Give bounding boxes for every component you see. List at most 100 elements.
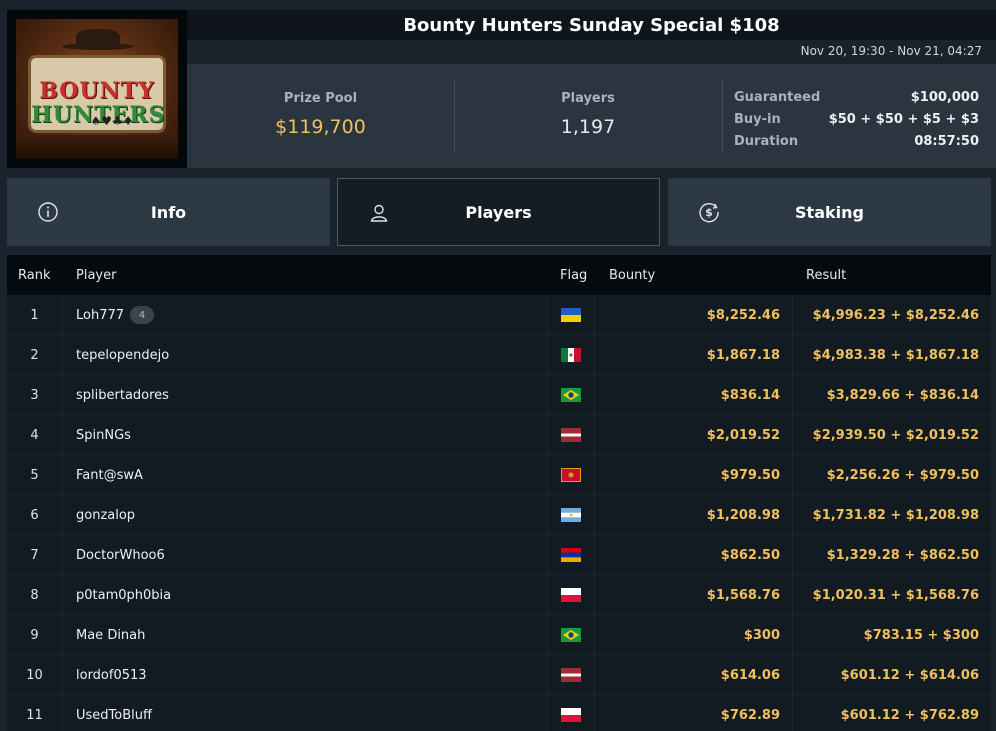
poland-flag-icon — [561, 588, 581, 602]
flag-cell — [548, 415, 595, 455]
player-cell: Fant@swA — [63, 455, 548, 495]
player-cell: Mae Dinah — [63, 615, 548, 655]
flag-cell — [548, 695, 595, 731]
table-row[interactable]: 6 gonzalop $1,208.98 $1,731.82 + $1,208.98 — [7, 495, 991, 535]
montenegro-flag-icon — [561, 468, 581, 482]
duration-value: 08:57:50 — [914, 133, 979, 149]
player-badge: 4 — [130, 306, 155, 324]
poland-flag-icon — [561, 708, 581, 722]
armenia-flag-icon — [561, 548, 581, 562]
player-cell: tepelopendejo — [63, 335, 548, 375]
bounty-cell: $1,867.18 — [595, 335, 793, 375]
buyin-value: $50 + $50 + $5 + $3 — [828, 111, 979, 127]
bounty-cell: $979.50 — [595, 455, 793, 495]
table-row[interactable]: 7 DoctorWhoo6 $862.50 $1,329.28 + $862.50 — [7, 535, 991, 575]
dollar-coin-icon: $ — [699, 203, 719, 223]
player-name[interactable]: gonzalop — [76, 508, 135, 523]
player-cell: p0tam0ph0bia — [63, 575, 548, 615]
card-suits-icon: ♠♥♣♦ — [90, 114, 134, 128]
rank-cell: 7 — [7, 535, 63, 575]
result-cell: $601.12 + $762.89 — [840, 707, 979, 723]
brazil-flag-icon — [561, 628, 581, 642]
player-name[interactable]: Mae Dinah — [76, 628, 145, 643]
bounty-cell: $300 — [595, 615, 793, 655]
bounty-cell: $1,568.76 — [595, 575, 793, 615]
table-row[interactable]: 2 tepelopendejo $1,867.18 $4,983.38 + $1,86… — [7, 335, 991, 375]
result-cell: $3,829.66 + $836.14 — [826, 387, 979, 403]
players-stat: Players 1,197 — [455, 64, 721, 168]
brazil-flag-icon — [561, 388, 581, 402]
rank-cell: 9 — [7, 615, 63, 655]
tournament-details: Guaranteed $100,000 Buy-in $50 + $50 + $… — [734, 86, 979, 152]
tab-info[interactable]: Info — [7, 178, 330, 246]
rank-cell: 6 — [7, 495, 63, 535]
player-name[interactable]: p0tam0ph0bia — [76, 588, 171, 603]
header-rank[interactable]: Rank — [18, 268, 50, 283]
buyin-row: Buy-in $50 + $50 + $5 + $3 — [734, 108, 979, 130]
table-row[interactable]: 10 lordof0513 $614.06 $601.12 + $614.06 — [7, 655, 991, 695]
header-bounty[interactable]: Bounty — [609, 268, 655, 283]
table-row[interactable]: 9 Mae Dinah $300 $783.15 + $300 — [7, 615, 991, 655]
bounty-cell: $836.14 — [595, 375, 793, 415]
ukraine-flag-icon — [561, 308, 581, 322]
prize-pool-label: Prize Pool — [283, 91, 358, 106]
header-player[interactable]: Player — [76, 268, 116, 283]
logo-word-1: BOUNTY — [39, 78, 155, 104]
rank-cell: 1 — [7, 295, 63, 335]
result-cell: $783.15 + $300 — [863, 627, 979, 643]
tab-bar: Info Players $ Staking — [7, 178, 991, 246]
player-name[interactable]: splibertadores — [76, 388, 169, 403]
player-cell: splibertadores — [63, 375, 548, 415]
flag-cell — [548, 455, 595, 495]
duration-row: Duration 08:57:50 — [734, 130, 979, 152]
flag-cell — [548, 335, 595, 375]
table-row[interactable]: 3 splibertadores $836.14 $3,829.66 + $836.1… — [7, 375, 991, 415]
tab-staking-label: Staking — [795, 202, 864, 222]
players-label: Players — [561, 91, 615, 106]
bounty-cell: $8,252.46 — [595, 295, 793, 335]
player-name[interactable]: DoctorWhoo6 — [76, 548, 165, 563]
guaranteed-label: Guaranteed — [734, 89, 821, 105]
header-flag[interactable]: Flag — [560, 268, 587, 283]
table-row[interactable]: 4 SpinNGs $2,019.52 $2,939.50 + $2,019.52 — [7, 415, 991, 455]
table-body: 1 Loh777 4 $8,252.46 $4,996.23 + $8,252.46 2 t… — [7, 295, 991, 731]
bounty-cell: $862.50 — [595, 535, 793, 575]
tab-players[interactable]: Players — [337, 178, 660, 246]
guaranteed-value: $100,000 — [910, 89, 979, 105]
rank-cell: 4 — [7, 415, 63, 455]
flag-cell — [548, 535, 595, 575]
players-table: Rank Player Flag Bounty Result 1 Loh777 4 $… — [7, 255, 991, 731]
latvia-flag-icon — [561, 668, 581, 682]
tab-info-label: Info — [150, 202, 187, 222]
mexico-flag-icon — [561, 348, 581, 362]
player-cell: Loh777 4 — [63, 295, 548, 335]
table-row[interactable]: 8 p0tam0ph0bia $1,568.76 $1,020.31 + $1,568… — [7, 575, 991, 615]
rank-cell: 3 — [7, 375, 63, 415]
player-name[interactable]: SpinNGs — [76, 428, 131, 443]
player-name[interactable]: UsedToBluff — [76, 708, 152, 723]
player-name[interactable]: tepelopendejo — [76, 348, 169, 363]
bounty-cell: $1,208.98 — [595, 495, 793, 535]
flag-cell — [548, 655, 595, 695]
rank-cell: 11 — [7, 695, 63, 731]
guaranteed-row: Guaranteed $100,000 — [734, 86, 979, 108]
prize-pool-value: $119,700 — [275, 116, 366, 138]
table-row[interactable]: 1 Loh777 4 $8,252.46 $4,996.23 + $8,252.46 — [7, 295, 991, 335]
result-cell: $601.12 + $614.06 — [840, 667, 979, 683]
page-title: Bounty Hunters Sunday Special $108 — [403, 14, 780, 36]
table-row[interactable]: 5 Fant@swA $979.50 $2,256.26 + $979.50 — [7, 455, 991, 495]
player-name[interactable]: Loh777 — [76, 308, 124, 323]
bounty-cell: $762.89 — [595, 695, 793, 731]
argentina-flag-icon — [561, 508, 581, 522]
table-row[interactable]: 11 UsedToBluff $762.89 $601.12 + $762.89 — [7, 695, 991, 731]
user-icon — [370, 204, 388, 222]
buyin-label: Buy-in — [734, 111, 781, 127]
rank-cell: 5 — [7, 455, 63, 495]
header-result[interactable]: Result — [806, 268, 846, 283]
rank-cell: 8 — [7, 575, 63, 615]
bounty-hunters-logo-art: BOUNTY HUNTERS ♠♥♣♦ — [16, 19, 178, 159]
tab-staking[interactable]: $ Staking — [668, 178, 991, 246]
player-name[interactable]: lordof0513 — [76, 668, 147, 683]
prize-pool-stat: Prize Pool $119,700 — [187, 64, 454, 168]
player-name[interactable]: Fant@swA — [76, 468, 143, 483]
